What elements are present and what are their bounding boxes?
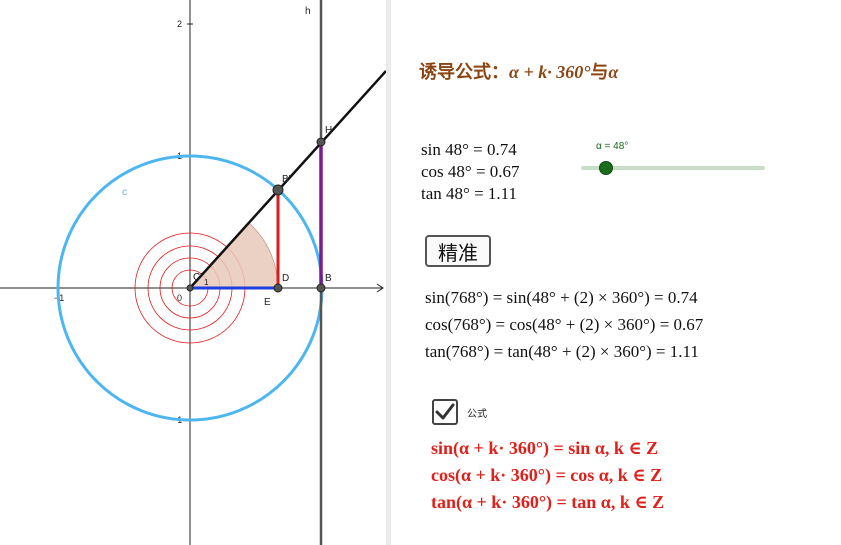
label-C-prime: C' <box>193 272 202 283</box>
cos-equation: cos(768°) = cos(48° + (2) × 360°) = 0.67 <box>425 315 704 334</box>
info-panel: 诱导公式：α + k· 360°与α sin 48° = 0.74 cos 48… <box>391 0 841 545</box>
checkmark-icon <box>435 403 455 420</box>
label-B: B <box>325 273 332 284</box>
point-B[interactable] <box>316 283 326 293</box>
panel-title: 诱导公式：α + k· 360°与α <box>419 58 618 84</box>
label-B-prime: B' <box>282 174 291 185</box>
point-H[interactable] <box>316 137 326 147</box>
graph-canvas[interactable]: −1 0 2 1 −1 c h H B' C' 1 D E B <box>0 0 386 545</box>
tick-label-y-2: 2 <box>177 19 182 29</box>
point-D[interactable] <box>273 283 283 293</box>
sin-value-text: sin 48° = 0.74 <box>421 140 517 159</box>
title-math2: α <box>608 62 619 82</box>
label-E: E <box>264 297 271 308</box>
label-H: H <box>325 125 332 136</box>
alpha-slider-label: α = 48° <box>596 141 629 152</box>
label-one: 1 <box>204 278 209 287</box>
circle-label: c <box>122 187 127 198</box>
tan-equation: tan(768°) = tan(48° + (2) × 360°) = 1.11 <box>425 342 699 361</box>
graphics-view[interactable]: −1 0 2 1 −1 c h H B' C' 1 D E B <box>0 0 386 545</box>
formula-checkbox-label: 公式 <box>467 409 487 420</box>
title-prefix: 诱导公式： <box>419 62 509 82</box>
alpha-slider-handle[interactable] <box>598 161 613 175</box>
precise-button[interactable]: 精准 <box>425 235 491 267</box>
label-D: D <box>282 273 289 284</box>
cos-value-text: cos 48° = 0.67 <box>421 162 520 181</box>
cos-formula: cos(α + k· 360°) = cos α, k ∈ Z <box>431 465 663 485</box>
sin-equation: sin(768°) = sin(48° + (2) × 360°) = 0.74 <box>425 288 698 307</box>
title-math: α + k· 360° <box>509 62 591 82</box>
tan-formula: tan(α + k· 360°) = tan α, k ∈ Z <box>431 492 665 512</box>
line-label-h: h <box>305 6 311 17</box>
point-B-prime[interactable] <box>272 184 284 196</box>
tan-value-text: tan 48° = 1.11 <box>421 184 518 203</box>
sin-formula: sin(α + k· 360°) = sin α, k ∈ Z <box>431 438 659 458</box>
title-mid: 与 <box>590 62 609 82</box>
point-C-prime[interactable] <box>186 284 194 292</box>
formula-checkbox[interactable] <box>432 399 458 425</box>
